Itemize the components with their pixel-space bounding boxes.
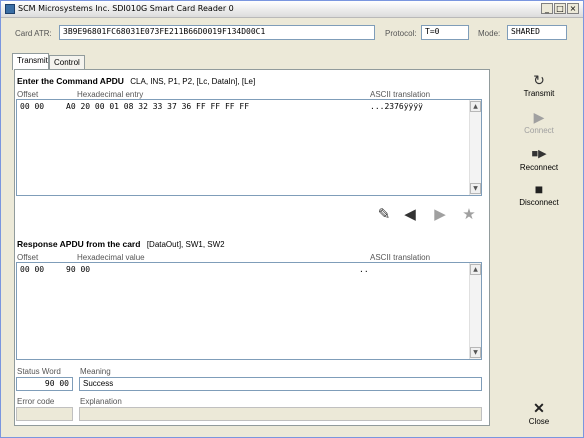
- status-word-label: Status Word: [17, 367, 61, 376]
- maximize-button[interactable]: □: [554, 3, 566, 14]
- play-icon: ▶: [533, 109, 545, 125]
- close-window-button[interactable]: ×: [567, 3, 579, 14]
- arrow-right-icon[interactable]: ▶: [431, 206, 449, 222]
- connect-label: Connect: [524, 126, 554, 135]
- response-row-hex: 90 00: [66, 265, 91, 274]
- disconnect-label: Disconnect: [519, 198, 559, 207]
- protocol-label: Protocol:: [385, 29, 417, 38]
- app-icon: [5, 4, 15, 14]
- command-row-hex[interactable]: A0 20 00 01 08 32 33 37 36 FF FF FF FF: [66, 102, 249, 111]
- command-col-ascii: ASCII translation: [370, 90, 431, 99]
- title-bar[interactable]: SCM Microsystems Inc. SDI010G Smart Card…: [1, 1, 583, 18]
- close-button[interactable]: ✕ Close: [515, 401, 563, 426]
- response-col-hex: Hexadecimal value: [77, 253, 145, 262]
- response-apdu-view[interactable]: 00 00 90 00 .. ▲ ▼: [16, 262, 482, 360]
- star-icon[interactable]: ★: [460, 206, 478, 222]
- scroll-down-icon[interactable]: ▼: [470, 347, 481, 358]
- response-row-ascii: ..: [359, 265, 369, 274]
- command-row-ascii: ...2376ÿÿÿÿ: [370, 102, 423, 111]
- explanation-label: Explanation: [80, 397, 122, 406]
- stop-icon: ■: [534, 181, 544, 197]
- main-window: SCM Microsystems Inc. SDI010G Smart Card…: [0, 0, 584, 438]
- command-title: Enter the Command APDU CLA, INS, P1, P2,…: [17, 76, 255, 86]
- command-subtitle: CLA, INS, P1, P2, [Lc, DataIn], [Le]: [130, 77, 256, 86]
- command-scrollbar[interactable]: ▲ ▼: [469, 100, 481, 195]
- command-col-offset: Offset: [17, 90, 39, 99]
- mode-field[interactable]: SHARED: [507, 25, 567, 40]
- response-col-offset: Offset: [17, 253, 39, 262]
- command-title-text: Enter the Command APDU: [17, 76, 124, 86]
- scroll-up-icon[interactable]: ▲: [470, 101, 481, 112]
- card-atr-field[interactable]: 3B9E96801FC68031E073FE211B66D0019F134D00…: [59, 25, 375, 40]
- response-subtitle: [DataOut], SW1, SW2: [146, 240, 225, 249]
- minimize-button[interactable]: _: [541, 3, 553, 14]
- transmit-button[interactable]: ↻ Transmit: [515, 73, 563, 98]
- protocol-field[interactable]: T=0: [421, 25, 469, 40]
- scroll-up-icon[interactable]: ▲: [470, 264, 481, 275]
- close-label: Close: [528, 417, 550, 426]
- response-title-text: Response APDU from the card: [17, 239, 141, 249]
- tab-control[interactable]: Control: [49, 55, 85, 69]
- card-atr-label: Card ATR:: [15, 29, 52, 38]
- window-title: SCM Microsystems Inc. SDI010G Smart Card…: [18, 4, 234, 13]
- tab-transmit[interactable]: Transmit: [12, 53, 49, 70]
- connect-button[interactable]: ▶ Connect: [515, 110, 563, 135]
- command-col-hex: Hexadecimal entry: [77, 90, 144, 99]
- explanation-field: [79, 407, 482, 421]
- disconnect-button[interactable]: ■ Disconnect: [513, 182, 565, 207]
- transmit-label: Transmit: [523, 89, 555, 98]
- refresh-icon: ↻: [533, 72, 545, 88]
- close-x-icon: ✕: [533, 400, 545, 416]
- arrow-left-icon[interactable]: ◀: [401, 206, 419, 222]
- response-scrollbar[interactable]: ▲ ▼: [469, 263, 481, 359]
- error-code-label: Error code: [17, 397, 55, 406]
- response-col-ascii: ASCII translation: [370, 253, 431, 262]
- response-title: Response APDU from the card [DataOut], S…: [17, 239, 225, 249]
- mode-label: Mode:: [478, 29, 501, 38]
- response-row-offset: 00 00: [20, 265, 45, 274]
- error-code-field: [16, 407, 73, 421]
- meaning-label: Meaning: [80, 367, 111, 376]
- eraser-icon[interactable]: ✎: [375, 206, 393, 222]
- status-word-field: 90 00: [16, 377, 73, 391]
- reconnect-button[interactable]: ■▶ Reconnect: [513, 147, 565, 172]
- reconnect-label: Reconnect: [519, 163, 559, 172]
- scroll-down-icon[interactable]: ▼: [470, 183, 481, 194]
- meaning-field: Success: [79, 377, 482, 391]
- command-apdu-editor[interactable]: 00 00 A0 20 00 01 08 32 33 37 36 FF FF F…: [16, 99, 482, 196]
- stop-play-icon: ■▶: [531, 148, 547, 160]
- command-row-offset: 00 00: [20, 102, 45, 111]
